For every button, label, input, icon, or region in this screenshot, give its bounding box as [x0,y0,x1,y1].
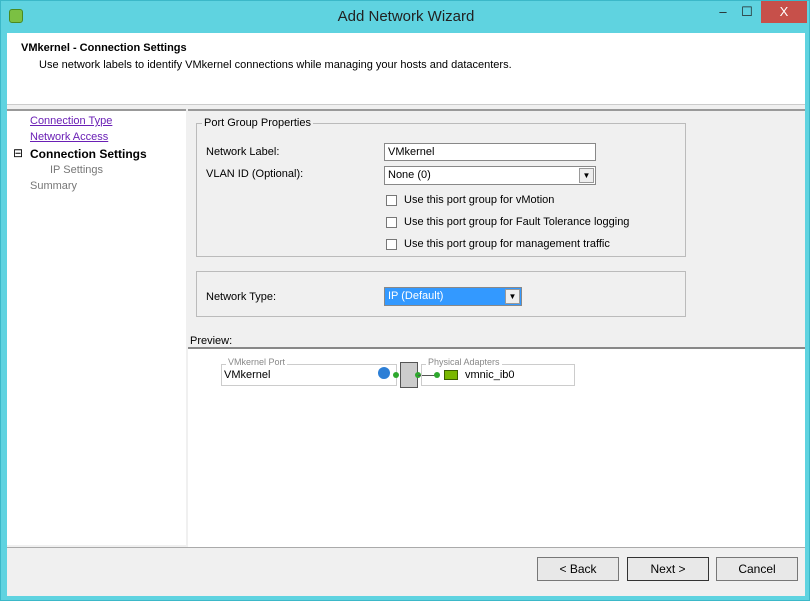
network-type-label: Network Type: [206,291,277,303]
checkbox-icon [386,238,397,250]
preview-label: Preview: [190,335,233,347]
network-label-label: Network Label: [206,146,280,158]
step-network-access[interactable]: Network Access [30,131,108,143]
cancel-button[interactable]: Cancel [716,557,798,581]
port-group-legend: Port Group Properties [204,117,311,129]
adapter-name: vmnic_ib0 [465,369,515,381]
window-title: Add Network Wizard [337,8,475,25]
step-connection-type[interactable]: Connection Type [30,115,112,127]
vmkernel-port-name: VMkernel [224,369,271,381]
step-connection-settings: Connection Settings [30,147,147,161]
next-button[interactable]: Next > [627,557,709,581]
wizard-window: Add Network Wizard – ☐ X VMkernel - Conn… [0,0,810,601]
vmkernel-port-legend: VMkernel Port [226,357,288,367]
close-button[interactable]: X [761,1,807,23]
network-type-value: IP (Default) [388,290,444,302]
vlan-id-label: VLAN ID (Optional): [206,168,304,180]
minimize-button[interactable]: – [713,1,733,23]
chevron-down-icon: ▼ [579,168,594,183]
fault-tolerance-label: Use this port group for Fault Tolerance … [404,216,630,228]
step-ip-settings: IP Settings [50,164,103,176]
vmkernel-icon [378,367,390,379]
port-group-properties: Port Group Properties [196,117,686,257]
network-type-select[interactable]: IP (Default) ▼ [384,287,522,306]
physical-adapters-legend: Physical Adapters [426,357,502,367]
fault-tolerance-checkbox[interactable]: Use this port group for Fault Tolerance … [386,216,629,228]
vlan-id-select[interactable]: None (0) ▼ [384,166,596,185]
checkbox-icon [386,216,397,228]
vmotion-label: Use this port group for vMotion [404,194,555,206]
step-summary: Summary [30,180,78,192]
steps-sidebar: Connection Type Network Access ⊟ Connect… [7,109,186,545]
header: VMkernel - Connection Settings Use netwo… [7,33,805,105]
main-panel: Port Group Properties Network Label: VLA… [188,109,805,547]
back-button[interactable]: < Back [537,557,619,581]
connector-dot [393,372,399,378]
collapse-icon[interactable]: ⊟ [13,146,23,160]
page-title: VMkernel - Connection Settings [21,42,187,54]
nic-icon [444,370,458,380]
preview-pane: VMkernel Port VMkernel Physical Adapters… [188,347,805,547]
wizard-client: VMkernel - Connection Settings Use netwo… [7,33,805,596]
network-label-input[interactable] [384,143,596,161]
management-traffic-label: Use this port group for management traff… [404,238,610,250]
page-subtitle: Use network labels to identify VMkernel … [39,59,512,71]
divider [7,547,805,548]
vmotion-checkbox[interactable]: Use this port group for vMotion [386,194,554,206]
checkbox-icon [386,194,397,206]
maximize-button[interactable]: ☐ [737,1,757,23]
management-traffic-checkbox[interactable]: Use this port group for management traff… [386,238,610,250]
chevron-down-icon: ▼ [505,289,520,304]
vlan-id-value: None (0) [388,169,431,181]
